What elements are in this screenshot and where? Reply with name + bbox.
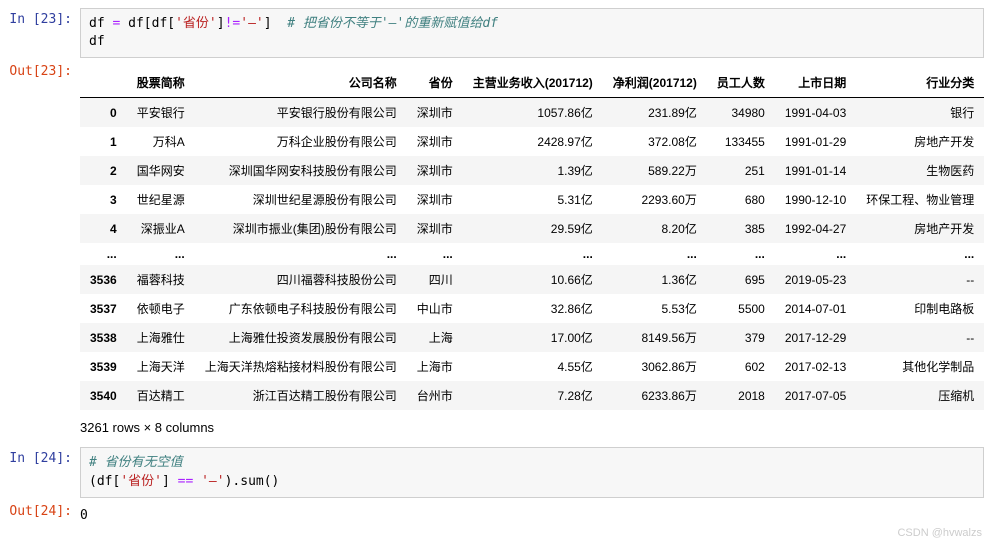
out-prompt-23: Out[23]: bbox=[8, 60, 80, 445]
in-prompt-24: In [24]: bbox=[8, 447, 80, 497]
code-input-area[interactable]: df = df[df['省份']!='—'] # 把省份不等于'—'的重新赋值给… bbox=[80, 8, 984, 58]
code-line-2: df bbox=[89, 33, 975, 51]
code-cell-24: In [24]: # 省份有无空值 (df['省份'] == '—').sum(… bbox=[8, 447, 984, 497]
code-cell-23: In [23]: df = df[df['省份']!='—'] # 把省份不等于… bbox=[8, 8, 984, 58]
table-row: 3537依顿电子广东依顿电子科技股份有限公司中山市32.86亿5.53亿5500… bbox=[80, 294, 984, 323]
code-line-1: df = df[df['省份']!='—'] # 把省份不等于'—'的重新赋值给… bbox=[89, 15, 975, 33]
table-row: ........................... bbox=[80, 243, 984, 265]
table-row: 4深振业A深圳市振业(集团)股份有限公司深圳市29.59亿8.20亿385199… bbox=[80, 214, 984, 243]
in-prompt-23: In [23]: bbox=[8, 8, 80, 58]
code24-line-1: # 省份有无空值 bbox=[89, 454, 975, 472]
table-row: 0平安银行平安银行股份有限公司深圳市1057.86亿231.89亿3498019… bbox=[80, 98, 984, 128]
dataframe-shape: 3261 rows × 8 columns bbox=[80, 410, 984, 441]
code-input-area-24[interactable]: # 省份有无空值 (df['省份'] == '—').sum() bbox=[80, 447, 984, 497]
table-row: 3539上海天洋上海天洋热熔粘接材料股份有限公司上海市4.55亿3062.86万… bbox=[80, 352, 984, 381]
table-row: 3540百达精工浙江百达精工股份有限公司台州市7.28亿6233.86万2018… bbox=[80, 381, 984, 410]
code24-line-2: (df['省份'] == '—').sum() bbox=[89, 473, 975, 491]
table-row: 2国华网安深圳国华网安科技股份有限公司深圳市1.39亿589.22万251199… bbox=[80, 156, 984, 185]
table-header-row: 股票简称 公司名称 省份 主营业务收入(201712) 净利润(201712) … bbox=[80, 68, 984, 98]
table-row: 3世纪星源深圳世纪星源股份有限公司深圳市5.31亿2293.60万6801990… bbox=[80, 185, 984, 214]
output-value-24: 0 bbox=[80, 504, 984, 527]
out-prompt-24: Out[24]: bbox=[8, 500, 80, 531]
output-cell-23: Out[23]: 股票简称 公司名称 省份 主营业务收入(201712) 净利润… bbox=[8, 60, 984, 445]
table-row: 3536福蓉科技四川福蓉科技股份公司四川10.66亿1.36亿6952019-0… bbox=[80, 265, 984, 294]
watermark: CSDN @hvwalzs bbox=[897, 527, 982, 539]
output-cell-24: Out[24]: 0 bbox=[8, 500, 984, 531]
table-row: 1万科A万科企业股份有限公司深圳市2428.97亿372.08亿13345519… bbox=[80, 127, 984, 156]
table-row: 3538上海雅仕上海雅仕投资发展股份有限公司上海17.00亿8149.56万37… bbox=[80, 323, 984, 352]
dataframe-table: 股票简称 公司名称 省份 主营业务收入(201712) 净利润(201712) … bbox=[80, 68, 984, 410]
